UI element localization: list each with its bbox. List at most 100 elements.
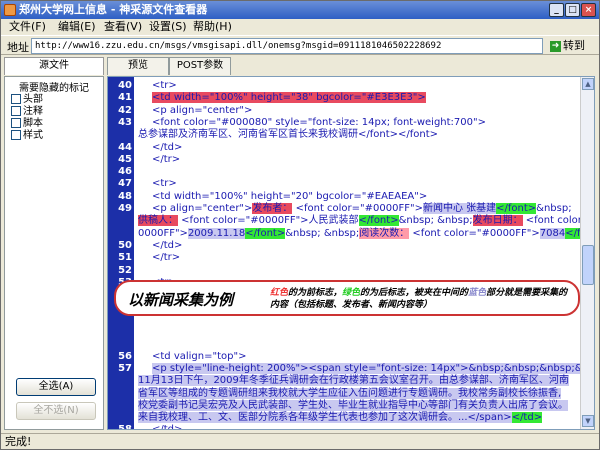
goto-button[interactable]: ➜ 转到 (550, 39, 585, 53)
main-window: 郑州大学网上信息 - 神采源文件查看器 _ □ × 文件(F) 编辑(E) 查看… (0, 0, 600, 450)
tab-post-params[interactable]: POST参数 (169, 57, 231, 75)
menu-settings[interactable]: 设置(S) (149, 19, 187, 35)
code-segment-hl-red: 发布者： (252, 203, 293, 214)
address-label: 地址 (7, 41, 29, 54)
line-number: 58 (118, 424, 132, 430)
scroll-down-icon[interactable]: ▼ (582, 415, 594, 427)
code-segment: &nbsp; (536, 203, 572, 214)
checkbox-style[interactable]: 样式 (11, 130, 43, 142)
arrow-right-icon: ➜ (550, 40, 561, 52)
line-number: 50 (118, 239, 132, 251)
banner-green-word: 绿色 (342, 288, 361, 298)
minimize-button[interactable]: _ (549, 3, 564, 17)
tab-source[interactable]: 源文件 (4, 57, 104, 75)
code-segment: <p align="center"> (152, 104, 253, 116)
checkbox-comment[interactable]: 注释 (11, 106, 43, 118)
scroll-thumb[interactable] (582, 245, 594, 285)
code-line: 42 <p align="center"> (108, 104, 578, 117)
vertical-scrollbar[interactable]: ▲ ▼ (580, 77, 594, 429)
code-line: 52 (108, 264, 578, 277)
code-segment-hl-green: </font> (245, 227, 286, 239)
menu-help[interactable]: 帮助(H) (193, 19, 232, 35)
status-bar: 完成! (1, 433, 599, 449)
address-input[interactable]: http://www16.zzu.edu.cn/msgs/vmsgisapi.d… (31, 38, 543, 54)
menu-view[interactable]: 查看(V) (104, 19, 142, 35)
code-text: 11月13日下午，2009年冬季征兵调研会在行政楼第五会议室召开。由总参谋部、济… (138, 374, 569, 387)
code-segment: <font color="#000080" style="font-size: … (152, 116, 486, 128)
code-area[interactable]: 40 <tr> 41 <td width="100%" height="38" bgc… (108, 77, 594, 430)
annotation-banner: 以新闻采集为例 红色的为前标志，绿色的为后标志，被夹在中间的蓝色部分就是需要采集… (114, 280, 580, 316)
code-segment: 总参谋部及济南军区、河南省军区首长来我校调研</font></font> (138, 129, 439, 141)
code-segment: <p align="center"> (152, 203, 253, 214)
goto-label: 转到 (563, 39, 585, 52)
tab-preview[interactable]: 预览 (107, 57, 169, 75)
code-line: 省军区等组成的专题调研组来我校就大学生应征入伍问题进行专题调研。我校常务副校长徐… (108, 387, 578, 400)
code-segment: &nbsp; &nbsp; (285, 227, 360, 239)
close-button[interactable]: × (581, 3, 596, 17)
code-line: 43 <font color="#000080" style="font-size… (108, 116, 578, 129)
code-segment: </td> (152, 141, 183, 153)
line-number: 46 (118, 166, 132, 178)
code-text: <p align="center">发布者： <font color="#000… (152, 202, 572, 215)
line-number: 43 (118, 116, 132, 128)
code-text: <td width="100%" height="38" bgcolor="#E… (152, 91, 426, 104)
code-line: 48 <td width="100%" height="20" bgcolor="… (108, 190, 578, 203)
line-number: 45 (118, 153, 132, 165)
code-line: 51 </tr> (108, 251, 578, 264)
code-segment-hl-red: <td width="100%" height="38" bgcolor="#E… (152, 92, 426, 104)
checkbox-box (11, 130, 21, 140)
code-segment-hl-green: </td> (511, 412, 543, 424)
code-segment: <font color="#0000FF"> (292, 203, 423, 214)
maximize-button[interactable]: □ (565, 3, 580, 17)
window-title: 郑州大学网上信息 - 神采源文件查看器 (19, 3, 208, 16)
code-line: 56 <td valign="top"> (108, 350, 578, 363)
code-segment: </td> (152, 239, 183, 251)
code-line: 供稿人： <font color="#0000FF">人民武装部</font>&… (108, 214, 594, 227)
line-number: 40 (118, 80, 132, 91)
code-line: 41 <td width="100%" height="38" bgcolor="… (108, 91, 578, 104)
code-segment-hl-pink: 阅读次数： (359, 227, 410, 239)
code-text: <td valign="top"> (152, 350, 246, 363)
code-segment: <td width="100%" height="20" bgcolor="#E… (152, 190, 428, 202)
code-segment: 0000FF"> (138, 227, 188, 239)
code-segment: </tr> (152, 153, 181, 165)
checkbox-script[interactable]: 脚本 (11, 118, 43, 130)
checkbox-head[interactable]: 头部 (11, 94, 43, 106)
code-segment: <tr> (152, 80, 177, 91)
banner-blue-word: 蓝色 (468, 288, 487, 298)
code-text: </tr> (152, 153, 180, 166)
code-segment: </tr> (152, 252, 181, 264)
code-text: 总参谋部及济南军区、河南省军区首长来我校调研</font></font> (138, 128, 438, 141)
code-segment-blk: 7084 (539, 227, 566, 239)
code-text: <tr> (152, 177, 177, 190)
select-all-button[interactable]: 全选(A) (16, 378, 96, 396)
banner-note: 红色的为前标志，绿色的为后标志，被夹在中间的蓝色部分就是需要采集的内容（包括标题… (270, 287, 576, 311)
line-number: 41 (118, 92, 132, 104)
banner-title: 以新闻采集为例 (128, 291, 234, 309)
select-none-button[interactable]: 全不选(N) (16, 402, 96, 420)
code-segment-hl-red: 供稿人： (138, 215, 178, 227)
checkbox-box (11, 94, 21, 104)
code-text: <td width="100%" height="20" bgcolor="#E… (152, 190, 427, 203)
menu-edit[interactable]: 编辑(E) (58, 19, 96, 35)
code-line: 58 </td> (108, 423, 578, 430)
code-line: 来自我校理、工、文、医部分院系各年级学生代表也参加了这次调研会。...</spa… (108, 411, 578, 424)
line-number: 56 (118, 350, 132, 362)
code-segment: <font color="#0000FF"> (409, 227, 540, 239)
banner-text: 的为前标志， (288, 288, 343, 298)
banner-red-word: 红色 (270, 288, 289, 298)
menu-file[interactable]: 文件(F) (9, 19, 46, 35)
code-text: </td> (152, 423, 182, 429)
line-number: 47 (118, 178, 132, 190)
code-text: 省军区等组成的专题调研组来我校就大学生应征入伍问题进行专题调研。我校常务副校长徐… (138, 387, 562, 400)
code-text: <p align="center"> (152, 104, 252, 117)
code-segment-hl-green: </font> (496, 203, 537, 214)
title-bar: 郑州大学网上信息 - 神采源文件查看器 _ □ × (1, 1, 599, 19)
code-line: 44 </td> (108, 141, 578, 154)
sidebar-title: 需要隐藏的标记 (19, 83, 89, 94)
scroll-up-icon[interactable]: ▲ (582, 78, 594, 90)
source-editor[interactable]: 40 <tr> 41 <td width="100%" height="38" bgc… (107, 76, 595, 430)
code-line: 47 <tr> (108, 177, 578, 190)
checkbox-label: 注释 (23, 106, 43, 117)
code-text: </td> (152, 239, 182, 252)
